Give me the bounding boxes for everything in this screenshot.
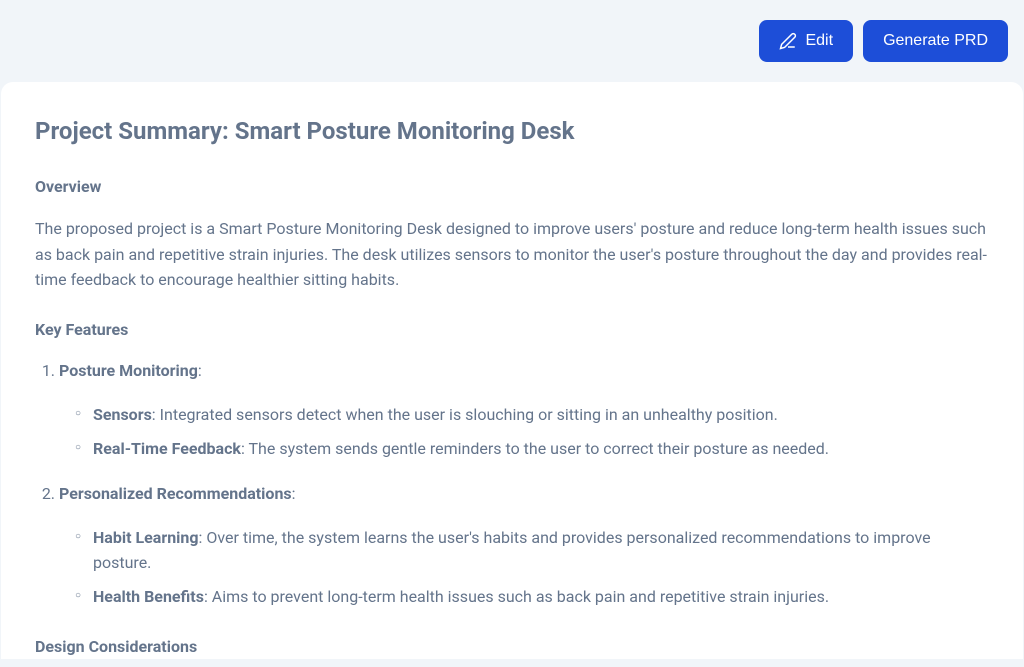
subitem-desc: : Integrated sensors detect when the use…	[152, 405, 778, 424]
feature-name: Posture Monitoring	[59, 361, 198, 380]
document-scroll-area[interactable]: Project Summary: Smart Posture Monitorin…	[1, 82, 1023, 659]
feature-name: Personalized Recommendations	[59, 484, 292, 503]
edit-button[interactable]: Edit	[759, 20, 853, 62]
overview-text: The proposed project is a Smart Posture …	[35, 216, 989, 293]
subitem-name: Habit Learning	[93, 528, 199, 547]
design-heading: Design Considerations	[35, 634, 989, 659]
subitem-desc: : Over time, the system learns the user'…	[93, 528, 931, 573]
document-card: Project Summary: Smart Posture Monitorin…	[1, 82, 1023, 659]
feature-subitems: Sensors: Integrated sensors detect when …	[75, 402, 989, 461]
feature-subitems: Habit Learning: Over time, the system le…	[75, 525, 989, 610]
overview-heading: Overview	[35, 174, 989, 200]
feature-subitem: Real-Time Feedback: The system sends gen…	[75, 436, 989, 462]
feature-subitem: Habit Learning: Over time, the system le…	[75, 525, 989, 576]
page-title: Project Summary: Smart Posture Monitorin…	[35, 112, 989, 150]
generate-prd-label: Generate PRD	[883, 32, 988, 50]
edit-icon	[779, 32, 797, 50]
subitem-desc: : The system sends gentle reminders to t…	[241, 439, 829, 458]
subitem-name: Sensors	[93, 405, 152, 424]
subitem-name: Real-Time Feedback	[93, 439, 241, 458]
feature-subitem: Health Benefits: Aims to prevent long-te…	[75, 584, 989, 610]
edit-button-label: Edit	[805, 32, 833, 50]
header-toolbar: Edit Generate PRD	[0, 0, 1024, 82]
generate-prd-button[interactable]: Generate PRD	[863, 20, 1008, 62]
features-heading: Key Features	[35, 317, 989, 343]
subitem-name: Health Benefits	[93, 587, 204, 606]
features-list: Posture Monitoring: Sensors: Integrated …	[59, 358, 989, 609]
feature-item: Personalized Recommendations: Habit Lear…	[59, 481, 989, 609]
subitem-desc: : Aims to prevent long-term health issue…	[204, 587, 829, 606]
feature-item: Posture Monitoring: Sensors: Integrated …	[59, 358, 989, 461]
feature-subitem: Sensors: Integrated sensors detect when …	[75, 402, 989, 428]
